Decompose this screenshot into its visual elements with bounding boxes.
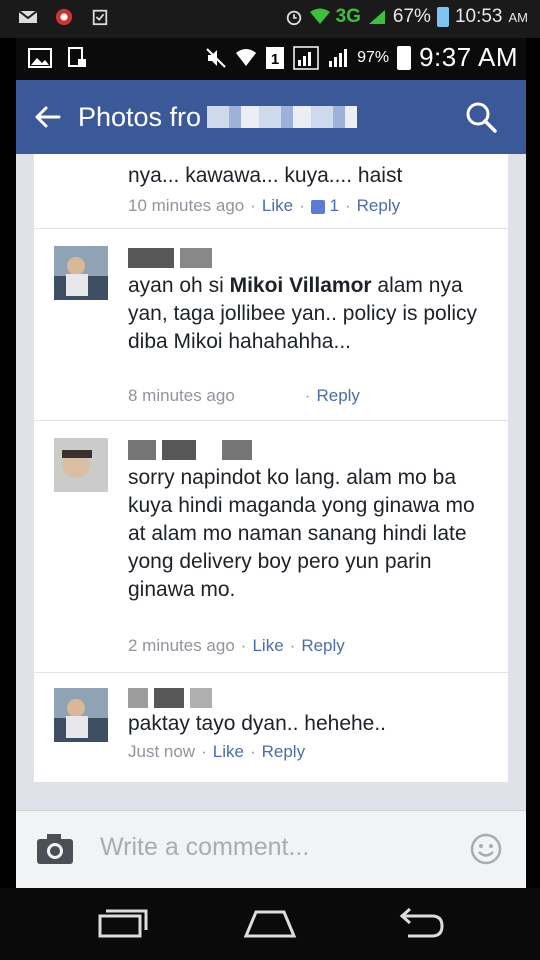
comment-meta: Just now · Like · Reply: [128, 742, 306, 761]
clock-ampm: AM: [508, 9, 529, 25]
comment-time: Just now: [128, 742, 196, 761]
mail-icon: [18, 10, 38, 23]
comment-meta: 2 minutes ago · Like · Reply: [128, 636, 345, 655]
comment-text: nya... kawawa... kuya.... haist: [128, 164, 403, 187]
avatar[interactable]: [54, 688, 108, 742]
app-bar: Photos fro: [16, 80, 526, 154]
reply-link[interactable]: Reply: [357, 196, 400, 215]
redacted-name: [128, 688, 212, 708]
sim-icon: 1: [266, 46, 285, 69]
comment-text-cutoff: ​: [128, 154, 498, 158]
like-count[interactable]: 1: [330, 196, 339, 215]
comments-area[interactable]: ​ nya... kawawa... kuya.... haist 10 min…: [16, 154, 526, 810]
alarm-icon: [286, 10, 301, 26]
wifi-icon: [236, 48, 257, 66]
mention-link[interactable]: Mikoi Villamor: [230, 274, 372, 297]
reply-link[interactable]: Reply: [301, 636, 344, 655]
comment-composer: Write a comment...: [16, 810, 526, 888]
avatar[interactable]: [54, 438, 108, 492]
comment-time: 8 minutes ago: [128, 386, 235, 405]
search-icon: [466, 102, 497, 133]
recent-apps-button[interactable]: [92, 906, 152, 942]
comments-list: ​ nya... kawawa... kuya.... haist 10 min…: [34, 154, 508, 782]
reply-link[interactable]: Reply: [316, 386, 359, 405]
comment-item: ​ nya... kawawa... kuya.... haist 10 min…: [34, 154, 508, 226]
reply-link[interactable]: Reply: [262, 742, 305, 761]
inner-battery-percent: 97%: [357, 48, 390, 66]
redacted-name: [128, 440, 252, 460]
page-title: Photos fro: [78, 101, 202, 132]
comment-time: 10 minutes ago: [128, 196, 245, 215]
camera-icon: [37, 834, 73, 864]
outer-status-bar: 3G 67% 10:53 AM: [0, 0, 540, 38]
like-link[interactable]: Like: [252, 636, 283, 655]
comment-text: sorry napindot ko lang. alam mo ba kuya …: [128, 466, 475, 601]
redacted-title: [207, 106, 358, 128]
battery-percent: 67%: [392, 6, 431, 27]
battery-icon: [397, 45, 412, 70]
mute-icon: [206, 47, 226, 68]
redacted-name: [128, 248, 212, 268]
wifi-icon: [309, 8, 330, 24]
comment-text: ayan oh si Mikoi Villamor alam nya yan, …: [128, 274, 478, 353]
inner-status-bar: 1 97% 9:37 AM: [16, 38, 526, 80]
svg-text:1: 1: [271, 51, 279, 68]
recent-apps-icon: [98, 909, 148, 938]
signal-icon: [368, 10, 385, 24]
search-button[interactable]: [464, 100, 498, 134]
back-button[interactable]: [16, 80, 78, 154]
back-icon: [399, 907, 444, 938]
like-link[interactable]: Like: [262, 196, 293, 215]
comment-item: sorry napindot ko lang. alam mo ba kuya …: [34, 420, 508, 666]
system-nav-bar: [0, 888, 540, 960]
back-nav-button[interactable]: [390, 906, 450, 942]
home-icon: [243, 910, 297, 938]
signal-icon: [293, 45, 319, 70]
avatar-photo: [54, 688, 108, 742]
arrow-left-icon: [35, 106, 61, 128]
like-link[interactable]: Like: [213, 742, 244, 761]
avatar-photo: [54, 438, 108, 492]
inner-clock: 9:37 AM: [419, 42, 518, 72]
clock: 10:53: [454, 6, 503, 27]
signal-2-icon: [329, 48, 348, 67]
avatar[interactable]: [54, 246, 108, 300]
comment-time: 2 minutes ago: [128, 636, 235, 655]
comment-meta: 10 minutes ago · Like · 1 · Reply: [128, 196, 401, 215]
comment-item: paktay tayo dyan.. hehehe.. Just now · Lik…: [34, 672, 508, 772]
smiley-icon: [470, 833, 502, 865]
comment-item: ayan oh si Mikoi Villamor alam nya yan, …: [34, 228, 508, 414]
emoji-button[interactable]: [470, 833, 502, 865]
document-icon: [68, 47, 86, 67]
network-type: 3G: [335, 6, 361, 27]
home-button[interactable]: [240, 906, 300, 942]
image-icon: [28, 48, 52, 68]
comment-input[interactable]: Write a comment...: [100, 833, 309, 862]
avatar-photo: [54, 246, 108, 300]
battery-icon: [436, 7, 449, 27]
app-notification-icon: [55, 8, 73, 26]
comment-text: paktay tayo dyan.. hehehe..: [128, 712, 387, 735]
comment-meta: 8 minutes ago · Reply: [128, 386, 360, 405]
thumbs-up-icon: [310, 199, 325, 214]
camera-button[interactable]: [36, 833, 74, 865]
clipboard-icon: [92, 9, 108, 26]
